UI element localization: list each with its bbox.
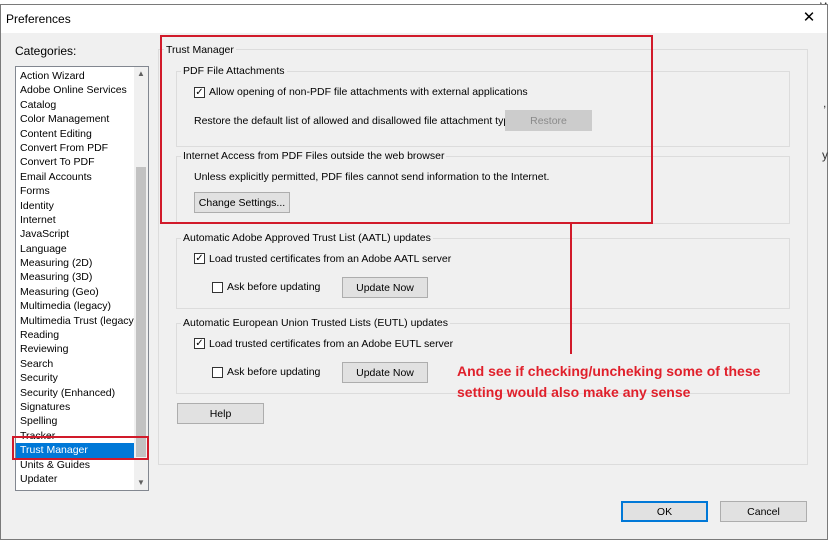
category-item[interactable]: Internet	[16, 213, 134, 227]
category-item[interactable]: Multimedia (legacy)	[16, 299, 134, 313]
category-item[interactable]: Convert From PDF	[16, 141, 134, 155]
category-item[interactable]: JavaScript	[16, 227, 134, 241]
aatl-title: Automatic Adobe Approved Trust List (AAT…	[181, 232, 433, 244]
category-item[interactable]: Convert To PDF	[16, 155, 134, 169]
annotation-highlight-box	[160, 35, 653, 224]
scroll-down-icon[interactable]: ▼	[134, 476, 148, 490]
category-item[interactable]: Forms	[16, 184, 134, 198]
aatl-load-label: Load trusted certificates from an Adobe …	[209, 253, 452, 265]
category-item[interactable]: Security (Enhanced)	[16, 386, 134, 400]
categories-list[interactable]: Action Wizard Adobe Online Services Catalo…	[15, 66, 149, 491]
category-item[interactable]: Updater	[16, 472, 134, 486]
eutl-load-checkbox[interactable]: ✓	[194, 338, 205, 349]
annotation-connector-line	[570, 223, 572, 354]
window-title: Preferences	[6, 12, 71, 26]
category-item[interactable]: Catalog	[16, 98, 134, 112]
aatl-group	[176, 238, 790, 309]
aatl-ask-label: Ask before updating	[227, 281, 321, 293]
category-item[interactable]: Spelling	[16, 414, 134, 428]
category-item[interactable]: Security	[16, 371, 134, 385]
category-item[interactable]: Content Editing	[16, 127, 134, 141]
eutl-title: Automatic European Union Trusted Lists (…	[181, 317, 450, 329]
aatl-load-checkbox[interactable]: ✓	[194, 253, 205, 264]
close-button[interactable]: ✕	[797, 7, 821, 29]
category-item[interactable]: Measuring (Geo)	[16, 285, 134, 299]
category-item[interactable]: Search	[16, 357, 134, 371]
category-item[interactable]: Adobe Online Services	[16, 83, 134, 97]
annotation-text: And see if checking/uncheking some of th…	[457, 363, 761, 400]
eutl-load-label: Load trusted certificates from an Adobe …	[209, 338, 454, 350]
category-item[interactable]: Reading	[16, 328, 134, 342]
category-item[interactable]: Measuring (3D)	[16, 270, 134, 284]
scroll-thumb[interactable]	[136, 167, 146, 457]
category-item[interactable]: Action Wizard	[16, 69, 134, 83]
category-item[interactable]: Reviewing	[16, 342, 134, 356]
cancel-button[interactable]: Cancel	[720, 501, 807, 522]
category-item[interactable]: Measuring (2D)	[16, 256, 134, 270]
categories-items: Action Wizard Adobe Online Services Catalo…	[16, 69, 137, 486]
ok-button[interactable]: OK	[621, 501, 708, 522]
category-item[interactable]: Language	[16, 242, 134, 256]
help-button[interactable]: Help	[177, 403, 264, 424]
category-item[interactable]: Color Management	[16, 112, 134, 126]
eutl-ask-label: Ask before updating	[227, 366, 321, 378]
categories-label: Categories:	[15, 44, 77, 58]
category-item[interactable]: Email Accounts	[16, 170, 134, 184]
categories-scrollbar[interactable]: ▲ ▼	[134, 67, 148, 490]
category-item[interactable]: Signatures	[16, 400, 134, 414]
category-item[interactable]: Identity	[16, 199, 134, 213]
background-text-fragment: y	[822, 148, 828, 162]
title-bar: Preferences ✕	[1, 5, 827, 33]
eutl-ask-checkbox[interactable]	[212, 367, 223, 378]
aatl-ask-checkbox[interactable]	[212, 282, 223, 293]
aatl-update-now-button[interactable]: Update Now	[342, 277, 428, 298]
background-text-fragment: ,	[823, 96, 827, 110]
annotation-highlight-selected-category	[12, 436, 149, 460]
scroll-up-icon[interactable]: ▲	[134, 67, 148, 81]
category-item[interactable]: Multimedia Trust (legacy)	[16, 314, 137, 328]
eutl-update-now-button[interactable]: Update Now	[342, 362, 428, 383]
